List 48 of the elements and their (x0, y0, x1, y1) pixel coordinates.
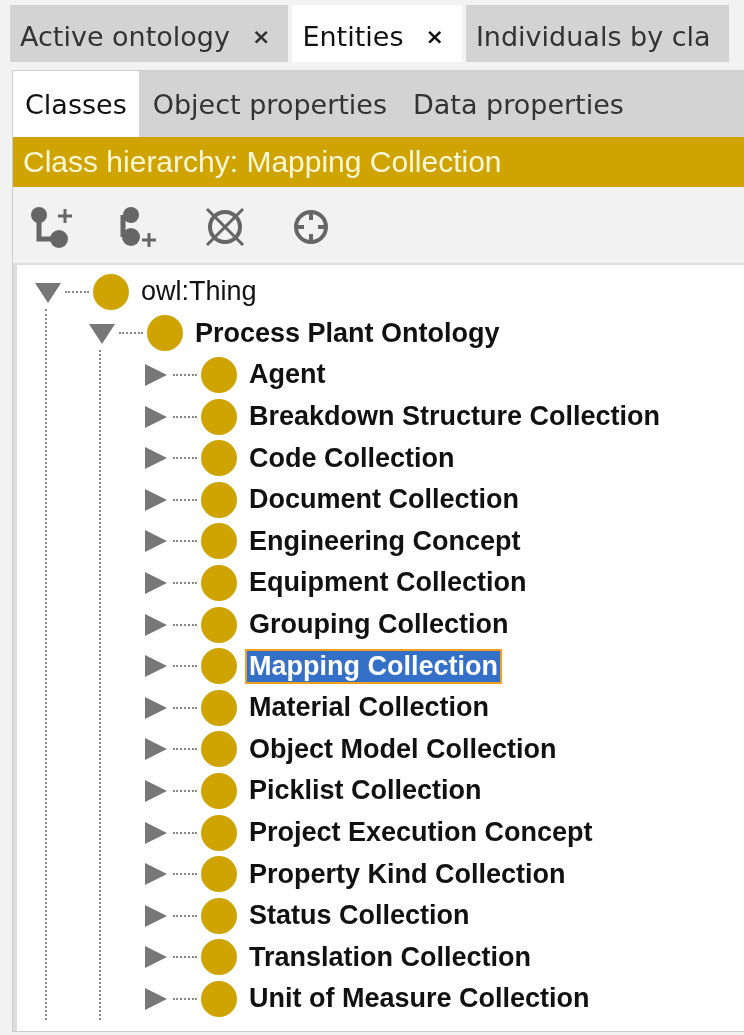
view-title-bar: Class hierarchy: Mapping Collection (13, 137, 744, 187)
class-icon (201, 814, 237, 851)
tree-item[interactable]: Engineering Concept (245, 523, 525, 559)
tree-item[interactable]: Status Collection (245, 898, 474, 934)
tree-item[interactable]: Breakdown Structure Collection (245, 399, 665, 435)
class-icon (201, 731, 237, 768)
tab-label: Individuals by cla (475, 20, 711, 52)
tree-item[interactable]: Equipment Collection (245, 565, 531, 601)
class-icon (201, 897, 237, 934)
class-icon (201, 772, 237, 809)
class-icon (201, 648, 237, 685)
tree-item[interactable]: Picklist Collection (245, 773, 486, 809)
close-icon[interactable]: × (252, 23, 271, 49)
class-icon (201, 606, 237, 643)
tree-item[interactable]: Property Kind Collection (245, 856, 570, 892)
class-icon (201, 357, 237, 393)
tab[interactable]: Data properties (401, 71, 636, 137)
tree-item[interactable]: owl:Thing (137, 274, 261, 310)
tree-item[interactable]: Object Model Collection (245, 731, 561, 767)
tab[interactable]: Individuals by cla (465, 5, 729, 62)
tree-item[interactable]: Grouping Collection (245, 607, 513, 643)
tab-label: Entities (302, 20, 404, 52)
tree-item[interactable]: Project Execution Concept (245, 815, 597, 850)
class-icon (201, 856, 237, 893)
class-icon (201, 689, 237, 726)
tab[interactable]: Classes (13, 71, 139, 137)
tree-item[interactable]: Agent (245, 357, 330, 393)
class-icon (201, 398, 237, 435)
class-icon (93, 273, 129, 310)
tree-item[interactable]: Material Collection (245, 690, 494, 726)
class-icon (201, 564, 237, 601)
class-icon (201, 980, 237, 1017)
tab[interactable]: Object properties (140, 71, 400, 137)
class-icon (201, 523, 237, 560)
class-icon (147, 315, 183, 352)
tab[interactable]: Active ontology × (10, 5, 289, 62)
tab-label: Active ontology (20, 20, 230, 52)
tree-item[interactable]: Process Plant Ontology (191, 315, 504, 351)
class-icon (201, 939, 237, 976)
tree-item[interactable]: Unit of Measure Collection (245, 981, 594, 1017)
class-icon (201, 481, 237, 518)
tree-item[interactable]: Document Collection (245, 482, 523, 518)
class-icon (201, 440, 237, 477)
tree-item[interactable]: Code Collection (245, 440, 459, 476)
tree-item[interactable]: Mapping Collection (245, 648, 502, 684)
tree-item[interactable]: Translation Collection (245, 939, 536, 975)
close-icon[interactable]: × (425, 23, 444, 49)
tab[interactable]: Entities × (292, 5, 462, 62)
